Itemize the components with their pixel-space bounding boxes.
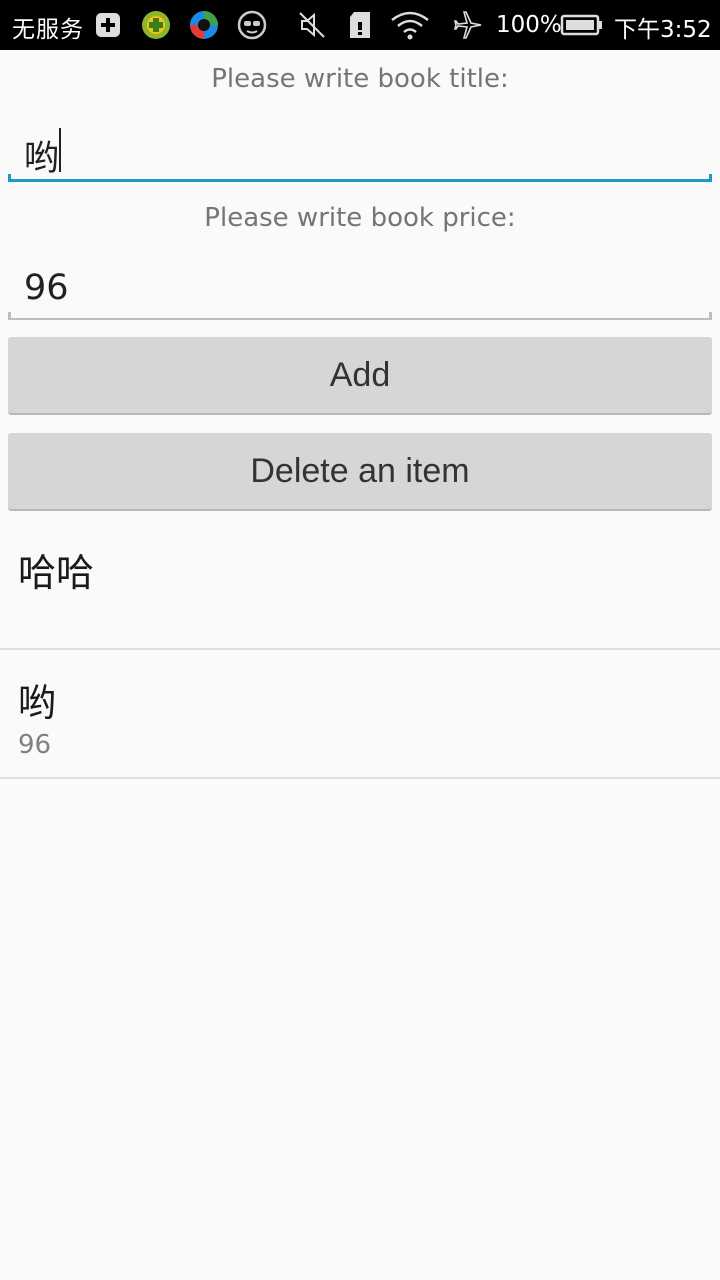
book-price-input[interactable]: 96 [8, 260, 712, 320]
book-price-value: 96 [24, 268, 69, 308]
list-divider [0, 777, 720, 779]
underline-tick-right [709, 312, 712, 320]
book-title: 哟 [18, 681, 57, 725]
delete-item-button[interactable]: Delete an item [8, 433, 712, 511]
book-title-input[interactable]: 哟 [8, 122, 712, 182]
book-title: 哈哈 [18, 551, 95, 595]
carrier-label: 无服务 [12, 17, 84, 43]
underline-tick-left [8, 174, 11, 182]
airplane-icon [452, 9, 484, 41]
focused-underline [8, 179, 712, 182]
battery-percent: 100% [496, 12, 562, 38]
add-button[interactable]: Add [8, 337, 712, 415]
sd-card-icon [344, 9, 376, 41]
clock: 下午3:52 [614, 17, 712, 43]
browser-app-icon [188, 9, 220, 41]
book-title-label: Please write book title: [211, 64, 509, 94]
battery-icon [560, 9, 604, 41]
underline-tick-right [709, 174, 712, 182]
list-item[interactable]: 哈哈 [0, 520, 720, 648]
underline-tick-left [8, 312, 11, 320]
unfocused-underline [8, 318, 712, 320]
wifi-icon [390, 9, 430, 41]
list-item[interactable]: 哟 96 [0, 650, 720, 778]
text-cursor [59, 128, 61, 172]
book-price: 96 [18, 730, 52, 760]
book-title-value: 哟 [24, 139, 60, 179]
mute-icon [296, 9, 328, 41]
glasses-icon [236, 9, 268, 41]
game-app-icon [140, 9, 172, 41]
book-price-label: Please write book price: [204, 203, 516, 233]
add-box-icon [92, 9, 124, 41]
status-bar: 无服务 100% 下午3:52 [0, 0, 720, 50]
